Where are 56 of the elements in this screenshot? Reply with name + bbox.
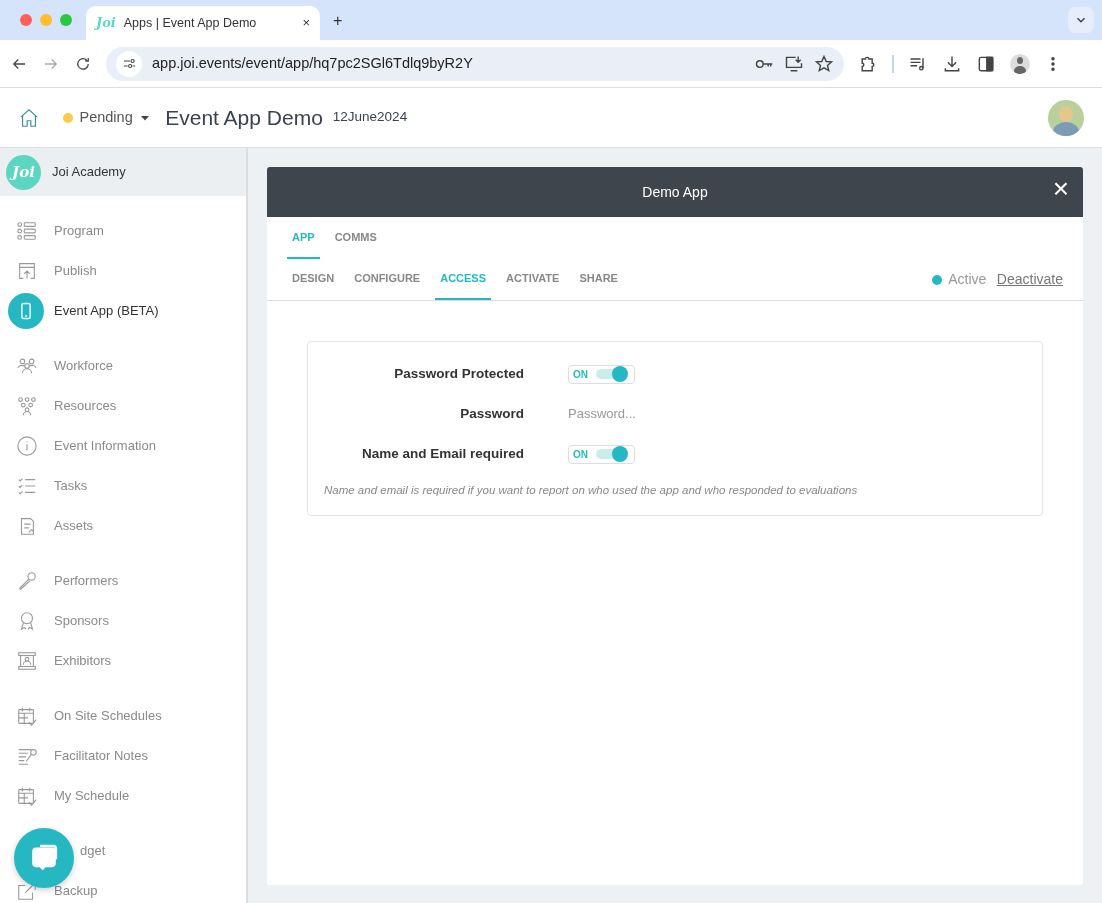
tab[interactable]: DESIGN: [287, 259, 340, 300]
sidebar-item[interactable]: Assets: [0, 506, 246, 546]
sidebar-item[interactable]: Exhibitors: [0, 641, 246, 681]
microphone-icon: [16, 570, 38, 592]
sidebar-item[interactable]: Publish: [0, 251, 246, 291]
sidebar-item[interactable]: My Schedule: [0, 776, 246, 816]
sidebar-item[interactable]: Event App (BETA): [0, 291, 246, 331]
sidebar-item[interactable]: Event Information: [0, 426, 246, 466]
sidebar-item[interactable]: Tasks: [0, 466, 246, 506]
star-icon[interactable]: [814, 53, 834, 74]
profile-avatar[interactable]: [1010, 53, 1030, 74]
status-dropdown[interactable]: Pending: [63, 106, 152, 129]
org-name[interactable]: Joi Academy: [52, 162, 126, 182]
sidebar-item[interactable]: Facilitator Notes: [0, 736, 246, 776]
user-avatar[interactable]: [1048, 99, 1084, 136]
browser-tab[interactable]: Joi Apps | Event App Demo ×: [86, 6, 320, 40]
tab[interactable]: COMMS: [329, 217, 382, 259]
tab[interactable]: SHARE: [574, 259, 623, 300]
list-icon: [16, 220, 38, 242]
event-title: Event App Demo: [165, 104, 323, 131]
sidebar-item[interactable]: On Site Schedules: [0, 696, 246, 736]
sidebar-item[interactable]: Workforce: [0, 346, 246, 386]
tab[interactable]: ACCESS: [435, 259, 492, 300]
status-label: Active: [948, 270, 987, 289]
calendar-icon: [16, 705, 38, 727]
event-date: 12June2024: [332, 108, 408, 127]
field-label: Password Protected: [393, 364, 524, 383]
sliders-drawing: [121, 56, 137, 71]
toggle-switch[interactable]: ON: [568, 364, 635, 384]
close-button[interactable]: ×: [1050, 175, 1071, 203]
booth-icon: [16, 650, 38, 672]
sidebar-item[interactable]: Resources: [0, 386, 246, 426]
tab[interactable]: APP: [287, 217, 320, 259]
upload-icon: [16, 260, 38, 282]
info-icon: [16, 435, 38, 457]
password-field[interactable]: Password...: [568, 404, 768, 424]
calendar-icon: [16, 785, 38, 807]
home-icon[interactable]: [18, 106, 40, 129]
sidebar-item[interactable]: Performers: [0, 561, 246, 601]
tab[interactable]: CONFIGURE: [349, 259, 426, 300]
sidebar-item[interactable]: Program: [0, 211, 246, 251]
tab[interactable]: ACTIVATE: [501, 259, 565, 300]
tab-title: Apps | Event App Demo: [123, 14, 258, 32]
modal-title: Demo App: [642, 182, 708, 202]
site-settings-icon[interactable]: [116, 50, 142, 77]
field-label: Password: [459, 404, 524, 423]
new-tab-button[interactable]: +: [333, 7, 343, 33]
tab-logo: Joi: [96, 14, 116, 33]
tab-close-button[interactable]: ×: [302, 13, 310, 33]
group-icon: [16, 395, 38, 417]
field-label: Name and Email required: [360, 444, 524, 463]
sidebar-item[interactable]: Sponsors: [0, 601, 246, 641]
deactivate-link[interactable]: Deactivate: [996, 269, 1063, 290]
sidebar-item[interactable]: dget: [0, 831, 246, 871]
toggle-switch[interactable]: ON: [568, 444, 635, 464]
help-text: Name and email is required if you want to report on who used the app and who responded to evaluations: [324, 483, 859, 498]
